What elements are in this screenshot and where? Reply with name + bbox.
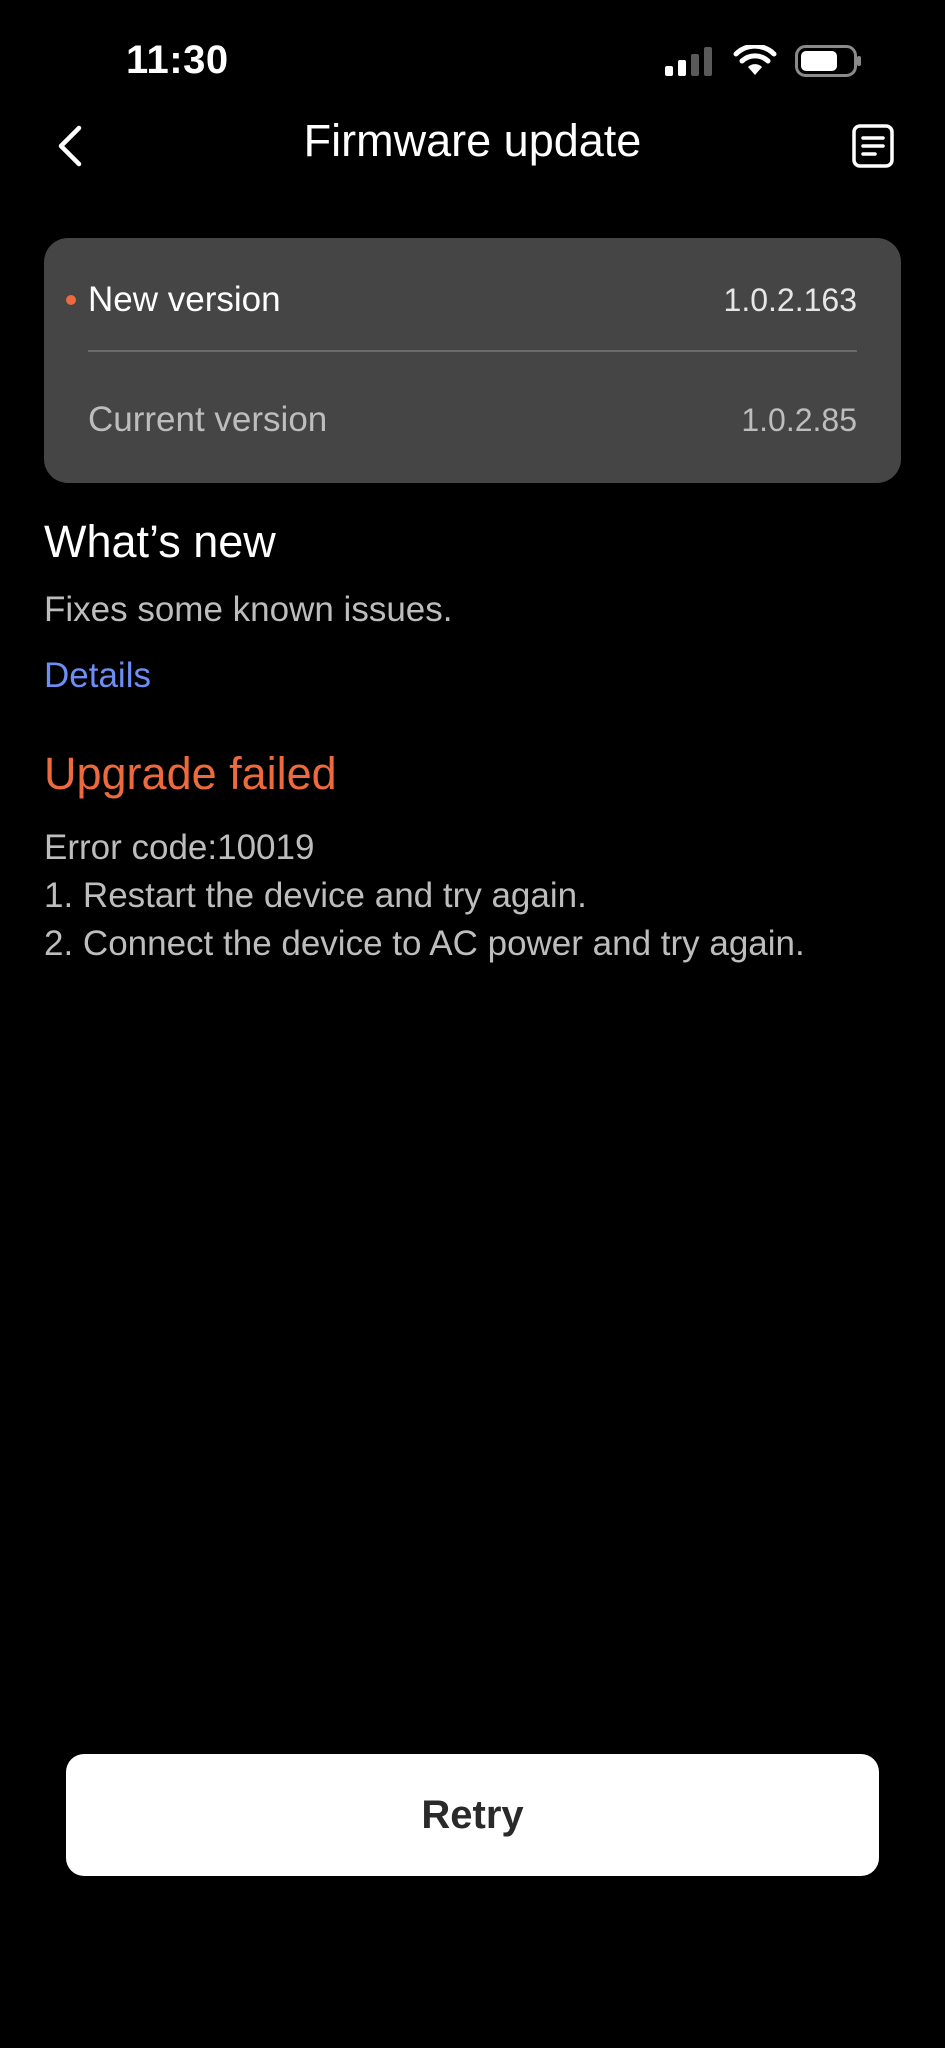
status-icons xyxy=(663,43,863,82)
update-log-button[interactable] xyxy=(845,118,901,174)
current-version-value: 1.0.2.85 xyxy=(741,401,857,438)
document-list-icon xyxy=(852,124,894,168)
wifi-icon xyxy=(733,43,777,82)
page-title: Firmware update xyxy=(303,115,642,166)
new-version-row: New version 1.0.2.163 xyxy=(88,272,857,328)
new-version-label: New version xyxy=(88,280,281,319)
new-version-value: 1.0.2.163 xyxy=(723,281,857,318)
upgrade-failed-title: Upgrade failed xyxy=(44,748,337,799)
error-details: Error code:10019 1. Restart the device a… xyxy=(44,824,805,968)
cellular-signal-icon xyxy=(663,46,715,81)
whats-new-title: What’s new xyxy=(44,516,276,567)
whats-new-description: Fixes some known issues. xyxy=(44,590,453,629)
retry-button-label: Retry xyxy=(421,1792,524,1837)
retry-button[interactable]: Retry xyxy=(66,1754,879,1876)
error-hint-ac-power: 2. Connect the device to AC power and tr… xyxy=(44,924,805,963)
error-hint-restart: 1. Restart the device and try again. xyxy=(44,876,587,915)
new-version-dot xyxy=(66,295,76,305)
details-link[interactable]: Details xyxy=(44,656,151,696)
status-time: 11:30 xyxy=(126,38,229,82)
current-version-row: Current version 1.0.2.85 xyxy=(88,392,857,448)
current-version-label: Current version xyxy=(88,400,328,439)
error-code: Error code:10019 xyxy=(44,828,315,867)
battery-icon xyxy=(795,45,863,82)
divider xyxy=(88,350,857,352)
